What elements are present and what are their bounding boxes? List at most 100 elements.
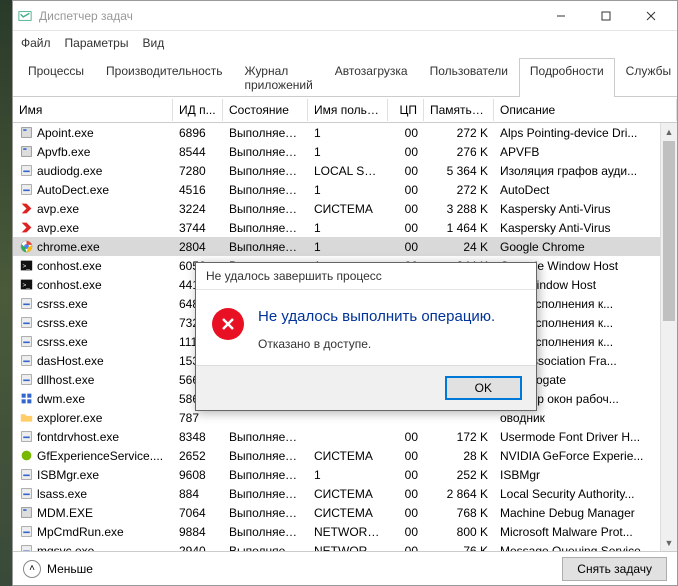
window-title: Диспетчер задач	[39, 9, 538, 23]
process-icon	[19, 544, 33, 552]
cell-state: Выполняется	[223, 504, 308, 522]
table-row[interactable]: GfExperienceService....2652ВыполняетсяСИ…	[13, 446, 677, 465]
cell-user: 1	[308, 143, 388, 161]
cell-desc: Alps Pointing-device Dri...	[494, 124, 677, 142]
table-row[interactable]: MDM.EXE7064ВыполняетсяСИСТЕМА00768 KMach…	[13, 503, 677, 522]
cell-cpu: 00	[388, 124, 424, 142]
cell-pid: 7064	[173, 504, 223, 522]
scroll-thumb[interactable]	[663, 141, 675, 321]
col-desc[interactable]: Описание	[494, 99, 677, 121]
process-icon	[19, 354, 33, 368]
menubar: Файл Параметры Вид	[13, 31, 677, 55]
process-name: csrss.exe	[37, 297, 88, 311]
cell-state: Выполняется	[223, 200, 308, 218]
cell-pid: 884	[173, 485, 223, 503]
cell-user: NETWORK...	[308, 542, 388, 552]
cell-cpu: 00	[388, 428, 424, 446]
close-button[interactable]	[628, 2, 673, 30]
process-name: csrss.exe	[37, 316, 88, 330]
cell-cpu: 00	[388, 466, 424, 484]
cell-cpu: 00	[388, 447, 424, 465]
cell-desc: Kaspersky Anti-Virus	[494, 219, 677, 237]
error-dialog: Не удалось завершить процесс Не удалось …	[195, 262, 537, 411]
titlebar: Диспетчер задач	[13, 1, 677, 31]
process-name: chrome.exe	[37, 240, 100, 254]
cell-user: СИСТЕМА	[308, 504, 388, 522]
table-row[interactable]: avp.exe3224ВыполняетсяСИСТЕМА003 288 KKa…	[13, 199, 677, 218]
minimize-button[interactable]	[538, 2, 583, 30]
col-user[interactable]: Имя польз...	[308, 99, 388, 121]
footer: ˄ Меньше Снять задачу	[13, 551, 677, 585]
cell-user: LOCAL SE...	[308, 162, 388, 180]
process-name: dwm.exe	[37, 392, 85, 406]
scroll-down-icon[interactable]: ▼	[661, 534, 677, 551]
cell-desc: Message Queuing Service	[494, 542, 677, 552]
end-task-button[interactable]: Снять задачу	[562, 557, 667, 581]
table-row[interactable]: ISBMgr.exe9608Выполняется100252 KISBMgr	[13, 465, 677, 484]
cell-mem	[424, 416, 494, 420]
cell-user: СИСТЕМА	[308, 447, 388, 465]
process-icon	[19, 297, 33, 311]
col-pid[interactable]: ИД п...	[173, 99, 223, 121]
cell-cpu: 00	[388, 504, 424, 522]
col-mem[interactable]: Память (ч...	[424, 99, 494, 121]
cell-cpu: 00	[388, 219, 424, 237]
process-icon	[19, 164, 33, 178]
cell-desc: оводник	[494, 409, 677, 427]
col-name[interactable]: Имя	[13, 99, 173, 121]
tab-details[interactable]: Подробности	[519, 58, 615, 97]
table-row[interactable]: AutoDect.exe4516Выполняется100272 KAutoD…	[13, 180, 677, 199]
cell-mem: 272 K	[424, 124, 494, 142]
table-row[interactable]: Apoint.exe6896Выполняется100272 KAlps Po…	[13, 123, 677, 142]
cell-state: Выполняется	[223, 447, 308, 465]
tab-performance[interactable]: Производительность	[95, 58, 233, 97]
ok-button[interactable]: OK	[445, 376, 522, 400]
cell-state: Выполняется	[223, 466, 308, 484]
process-name: AutoDect.exe	[37, 183, 109, 197]
table-row[interactable]: fontdrvhost.exe8348Выполняется00172 KUse…	[13, 427, 677, 446]
cell-pid: 4516	[173, 181, 223, 199]
menu-file[interactable]: Файл	[21, 36, 51, 50]
process-icon: >_	[19, 278, 33, 292]
cell-state: Выполняется	[223, 181, 308, 199]
process-icon	[19, 449, 33, 463]
cell-mem: 28 K	[424, 447, 494, 465]
process-name: lsass.exe	[37, 487, 87, 501]
tab-startup[interactable]: Автозагрузка	[324, 58, 419, 97]
scroll-up-icon[interactable]: ▲	[661, 123, 677, 140]
cell-cpu: 00	[388, 238, 424, 256]
scrollbar[interactable]: ▲ ▼	[660, 123, 677, 551]
table-row[interactable]: mqsvc.exe2940ВыполняетсяNETWORK...0076 K…	[13, 541, 677, 551]
process-icon	[19, 316, 33, 330]
table-row[interactable]: MpCmdRun.exe9884ВыполняетсяNETWORK...008…	[13, 522, 677, 541]
table-row[interactable]: audiodg.exe7280ВыполняетсяLOCAL SE...005…	[13, 161, 677, 180]
maximize-button[interactable]	[583, 2, 628, 30]
col-state[interactable]: Состояние	[223, 99, 308, 121]
cell-state	[223, 416, 308, 420]
tab-users[interactable]: Пользователи	[419, 58, 519, 97]
tab-services[interactable]: Службы	[615, 58, 678, 97]
table-row[interactable]: chrome.exe2804Выполняется10024 KGoogle C…	[13, 237, 677, 256]
col-cpu[interactable]: ЦП	[388, 99, 424, 121]
tab-processes[interactable]: Процессы	[17, 58, 95, 97]
process-name: GfExperienceService....	[37, 449, 163, 463]
table-row[interactable]: avp.exe3744Выполняется1001 464 KKaspersk…	[13, 218, 677, 237]
table-row[interactable]: lsass.exe884ВыполняетсяСИСТЕМА002 864 KL…	[13, 484, 677, 503]
process-icon	[19, 468, 33, 482]
cell-pid: 3224	[173, 200, 223, 218]
fewer-details-button[interactable]: ˄ Меньше	[23, 560, 93, 578]
cell-cpu	[388, 416, 424, 420]
cell-user	[308, 416, 388, 420]
table-row[interactable]: Apvfb.exe8544Выполняется100276 KAPVFB	[13, 142, 677, 161]
cell-pid: 787	[173, 409, 223, 427]
menu-view[interactable]: Вид	[142, 36, 164, 50]
menu-options[interactable]: Параметры	[65, 36, 129, 50]
cell-state: Выполняется	[223, 162, 308, 180]
cell-mem: 272 K	[424, 181, 494, 199]
svg-text:>_: >_	[22, 263, 30, 270]
process-name: fontdrvhost.exe	[37, 430, 119, 444]
process-name: conhost.exe	[37, 259, 102, 273]
table-header: Имя ИД п... Состояние Имя польз... ЦП Па…	[13, 97, 677, 123]
cell-mem: 768 K	[424, 504, 494, 522]
tab-apphistory[interactable]: Журнал приложений	[234, 58, 324, 97]
